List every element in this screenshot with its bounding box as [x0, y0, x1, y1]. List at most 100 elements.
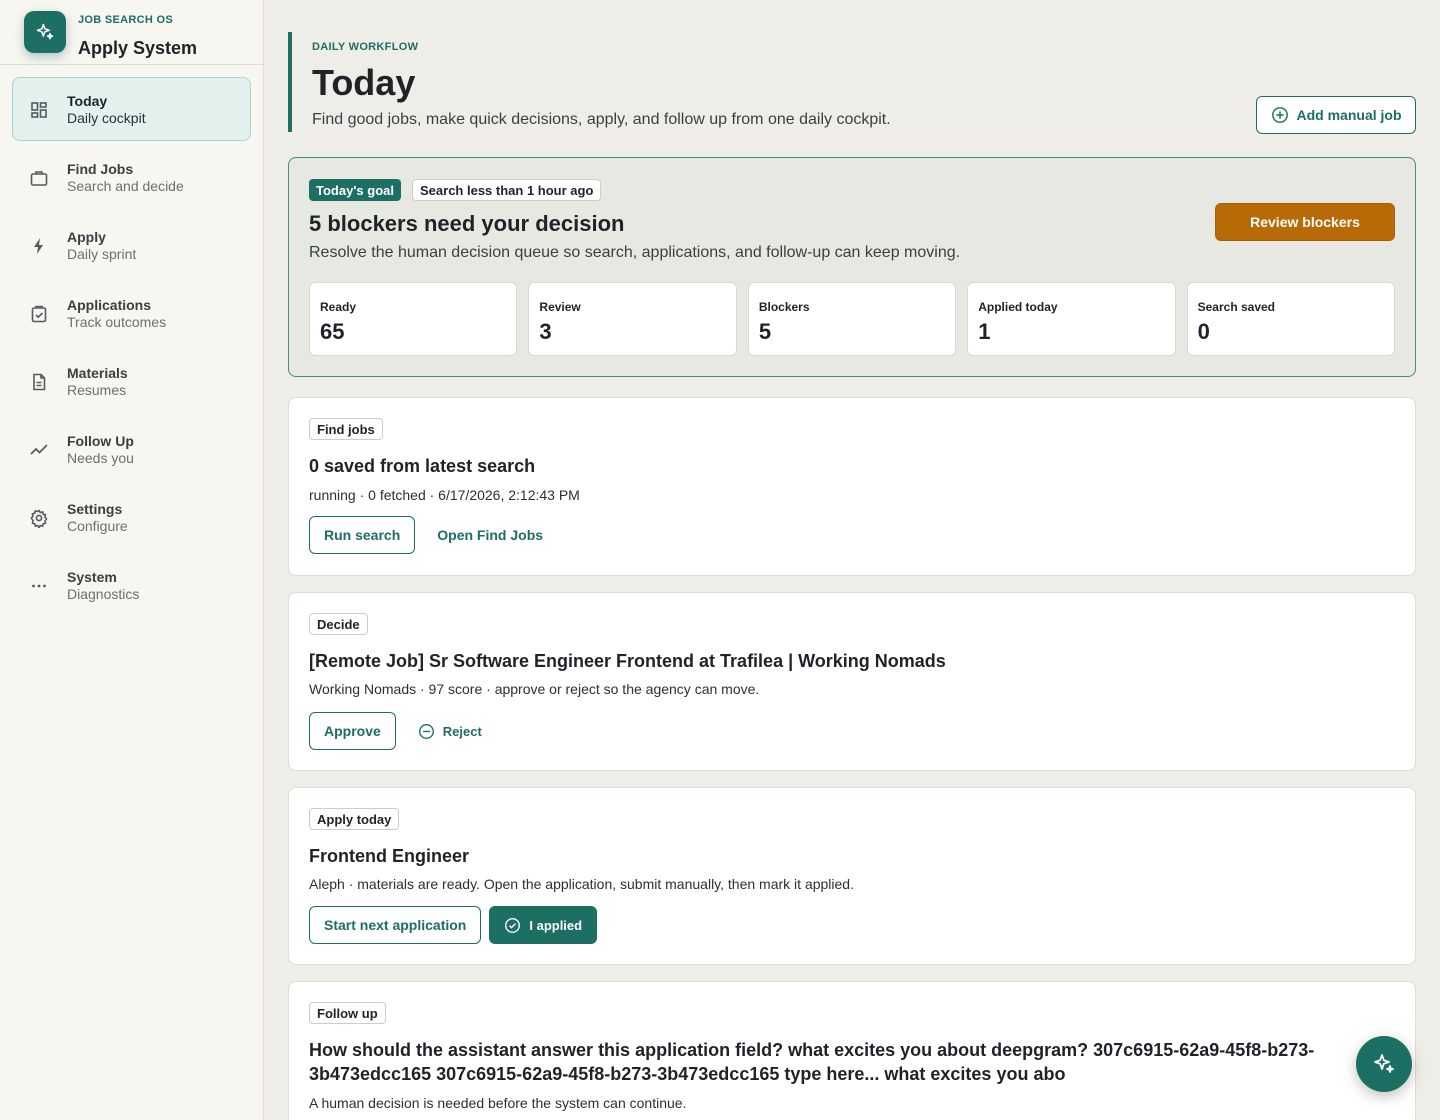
sidebar-item-label: Today: [67, 93, 108, 109]
sidebar-item-sublabel: Search and decide: [67, 178, 184, 194]
i-applied-button[interactable]: I applied: [489, 906, 598, 944]
page-header: DAILY WORKFLOW Today Find good jobs, mak…: [288, 32, 891, 132]
plus-circle-icon: [1271, 107, 1288, 123]
lightning-icon: [29, 236, 49, 256]
page-title: Today: [312, 62, 416, 103]
card-title: [Remote Job] Sr Software Engineer Fronte…: [309, 651, 946, 671]
briefcase-icon: [29, 168, 49, 188]
main-content: DAILY WORKFLOW Today Find good jobs, mak…: [264, 0, 1440, 1120]
sidebar-nav: Today Daily cockpit Find Jobs Search and…: [12, 77, 251, 621]
card-meta: A human decision is needed before the sy…: [309, 1095, 687, 1111]
sidebar-item-system[interactable]: System Diagnostics: [12, 553, 251, 617]
stat-value: 3: [539, 319, 552, 344]
sidebar: JOB SEARCH OS Apply System Today Daily c…: [0, 0, 264, 1120]
card-badge: Find jobs: [309, 418, 383, 440]
card-meta: Working Nomads · 97 score · approve or r…: [309, 681, 760, 697]
goal-description: Resolve the human decision queue so sear…: [309, 244, 961, 261]
apply-today-card: Apply today Frontend Engineer Aleph · ma…: [288, 787, 1416, 965]
goal-badge: Today's goal: [309, 179, 401, 201]
sidebar-item-find-jobs[interactable]: Find Jobs Search and decide: [12, 145, 251, 209]
check-circle-icon: [505, 917, 521, 933]
sidebar-item-label: Materials: [67, 365, 128, 381]
sidebar-item-follow-up[interactable]: Follow Up Needs you: [12, 417, 251, 481]
review-blockers-button[interactable]: Review blockers: [1215, 203, 1395, 241]
page-eyebrow: DAILY WORKFLOW: [312, 41, 419, 53]
stat-value: 65: [320, 319, 345, 344]
card-badge: Apply today: [309, 808, 400, 830]
sidebar-item-apply[interactable]: Apply Daily sprint: [12, 213, 251, 277]
stat-review: Review 3: [528, 282, 737, 356]
stat-ready: Ready 65: [309, 282, 518, 356]
minus-circle-icon: [418, 723, 434, 739]
search-status-badge: Search less than 1 hour ago: [412, 179, 602, 201]
approve-button[interactable]: Approve: [309, 712, 396, 750]
stats-row: Ready 65 Review 3 Blockers 5 Applied tod…: [309, 282, 1396, 356]
follow-up-card: Follow up How should the assistant answe…: [288, 981, 1416, 1120]
reject-label: Reject: [442, 723, 482, 739]
sidebar-item-label: Follow Up: [67, 433, 134, 449]
i-applied-label: I applied: [529, 917, 583, 933]
goal-title: 5 blockers need your decision: [309, 211, 625, 236]
sidebar-item-label: Settings: [67, 501, 123, 517]
stat-label: Review: [539, 300, 581, 314]
add-manual-job-button[interactable]: Add manual job: [1256, 96, 1416, 134]
page-description: Find good jobs, make quick decisions, ap…: [312, 111, 891, 128]
card-title-line-2: 3b473edcc165 307c6915-62a9-45f8-b273-3b4…: [309, 1064, 1066, 1084]
sparkle-logo-icon[interactable]: [24, 11, 66, 53]
stat-search-saved: Search saved 0: [1186, 282, 1396, 356]
card-title: 0 saved from latest search: [309, 456, 536, 476]
stat-label: Search saved: [1197, 300, 1276, 314]
card-badge: Follow up: [309, 1002, 386, 1024]
trend-line-icon: [29, 440, 49, 460]
sidebar-item-materials[interactable]: Materials Resumes: [12, 349, 251, 413]
card-meta: running · 0 fetched · 6/17/2026, 2:12:43…: [309, 487, 580, 503]
find-jobs-card: Find jobs 0 saved from latest search run…: [288, 397, 1416, 576]
stat-blockers: Blockers 5: [747, 282, 957, 356]
document-icon: [29, 372, 49, 392]
brand-eyebrow: JOB SEARCH OS: [78, 14, 173, 26]
stat-value: 5: [758, 319, 772, 344]
card-actions: Approve Reject: [309, 712, 496, 750]
sidebar-item-sublabel: Daily cockpit: [67, 110, 146, 126]
decide-card: Decide [Remote Job] Sr Software Engineer…: [288, 592, 1416, 771]
sidebar-item-today[interactable]: Today Daily cockpit: [12, 77, 251, 141]
sidebar-item-applications[interactable]: Applications Track outcomes: [12, 281, 251, 345]
card-actions: Start next application I applied: [309, 906, 598, 944]
card-title-line-1: How should the assistant answer this app…: [309, 1040, 1315, 1060]
sidebar-item-label: Find Jobs: [67, 161, 134, 177]
add-manual-job-label: Add manual job: [1296, 107, 1402, 123]
sparkle-icon: [1374, 1054, 1394, 1073]
sidebar-item-label: System: [67, 569, 117, 585]
card-meta: Aleph · materials are ready. Open the ap…: [309, 876, 854, 892]
assistant-fab-button[interactable]: [1356, 1036, 1412, 1092]
reject-button[interactable]: Reject: [404, 712, 496, 750]
stat-label: Applied today: [978, 300, 1058, 314]
stat-value: 0: [1197, 319, 1210, 344]
gear-icon: [29, 508, 49, 529]
card-title: Frontend Engineer: [309, 846, 470, 866]
sidebar-item-sublabel: Resumes: [67, 382, 127, 398]
goal-panel: Today's goal Search less than 1 hour ago…: [288, 157, 1416, 377]
stat-applied-today: Applied today 1: [967, 282, 1176, 356]
run-search-button[interactable]: Run search: [309, 516, 416, 554]
dashboard-icon: [29, 100, 49, 120]
sidebar-item-sublabel: Track outcomes: [67, 314, 167, 330]
sidebar-item-sublabel: Diagnostics: [67, 586, 140, 602]
more-icon: [29, 576, 49, 596]
stat-label: Ready: [320, 300, 357, 314]
sidebar-item-sublabel: Configure: [67, 518, 128, 534]
sidebar-item-settings[interactable]: Settings Configure: [12, 485, 251, 549]
card-actions: Run search Open Find Jobs: [309, 516, 557, 554]
sidebar-item-label: Apply: [67, 229, 106, 245]
brand-header: JOB SEARCH OS Apply System: [0, 0, 263, 65]
sidebar-item-label: Applications: [67, 297, 152, 313]
stat-value: 1: [978, 319, 991, 344]
clipboard-check-icon: [29, 304, 49, 324]
start-next-application-button[interactable]: Start next application: [309, 906, 482, 944]
open-find-jobs-link[interactable]: Open Find Jobs: [423, 516, 557, 554]
stat-label: Blockers: [758, 300, 810, 314]
card-badge: Decide: [309, 613, 368, 635]
sidebar-item-sublabel: Needs you: [67, 450, 134, 466]
brand-title: Apply System: [78, 38, 198, 58]
sidebar-item-sublabel: Daily sprint: [67, 246, 137, 262]
